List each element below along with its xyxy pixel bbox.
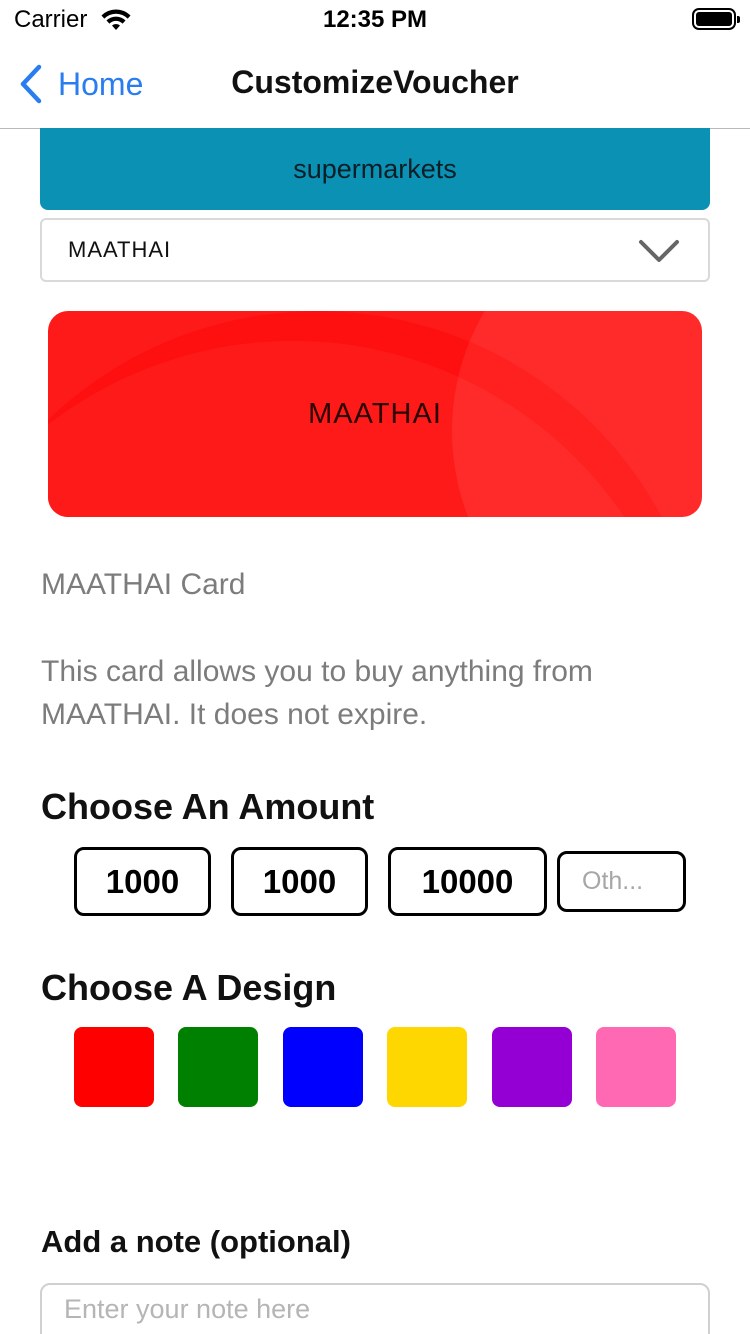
voucher-card-preview: MAATHAI xyxy=(48,311,702,517)
page-title: CustomizeVoucher xyxy=(231,64,519,100)
card-description: This card allows you to buy anything fro… xyxy=(41,655,593,731)
card-label: MAATHAI xyxy=(308,397,442,430)
amount-option-10000[interactable]: 10000 xyxy=(388,847,547,916)
design-swatch-pink[interactable] xyxy=(596,1027,676,1107)
design-swatch-red[interactable] xyxy=(74,1027,154,1107)
chevron-down-icon xyxy=(639,240,679,262)
design-heading: Choose A Design xyxy=(41,967,337,1008)
card-name: MAATHAI Card xyxy=(41,568,246,601)
design-swatch-yellow[interactable] xyxy=(387,1027,467,1107)
store-dropdown[interactable]: MAATHAI xyxy=(40,218,710,282)
note-label: Add a note (optional) xyxy=(41,1224,351,1259)
store-dropdown-value: MAATHAI xyxy=(68,237,172,262)
status-bar: Carrier 12:35 PM xyxy=(0,0,750,40)
design-swatch-green[interactable] xyxy=(178,1027,258,1107)
note-input[interactable] xyxy=(40,1283,710,1334)
amount-option-1000-second[interactable]: 1000 xyxy=(231,847,368,916)
status-time: 12:35 PM xyxy=(322,6,428,33)
amount-option-1000[interactable]: 1000 xyxy=(74,847,211,916)
design-swatch-blue[interactable] xyxy=(283,1027,363,1107)
navigation-bar: Home CustomizeVoucher xyxy=(0,40,750,129)
design-swatch-purple[interactable] xyxy=(492,1027,572,1107)
category-banner: supermarkets xyxy=(40,128,710,210)
amount-heading: Choose An Amount xyxy=(41,786,375,827)
other-amount-input[interactable] xyxy=(557,851,686,912)
battery-icon xyxy=(692,8,740,30)
